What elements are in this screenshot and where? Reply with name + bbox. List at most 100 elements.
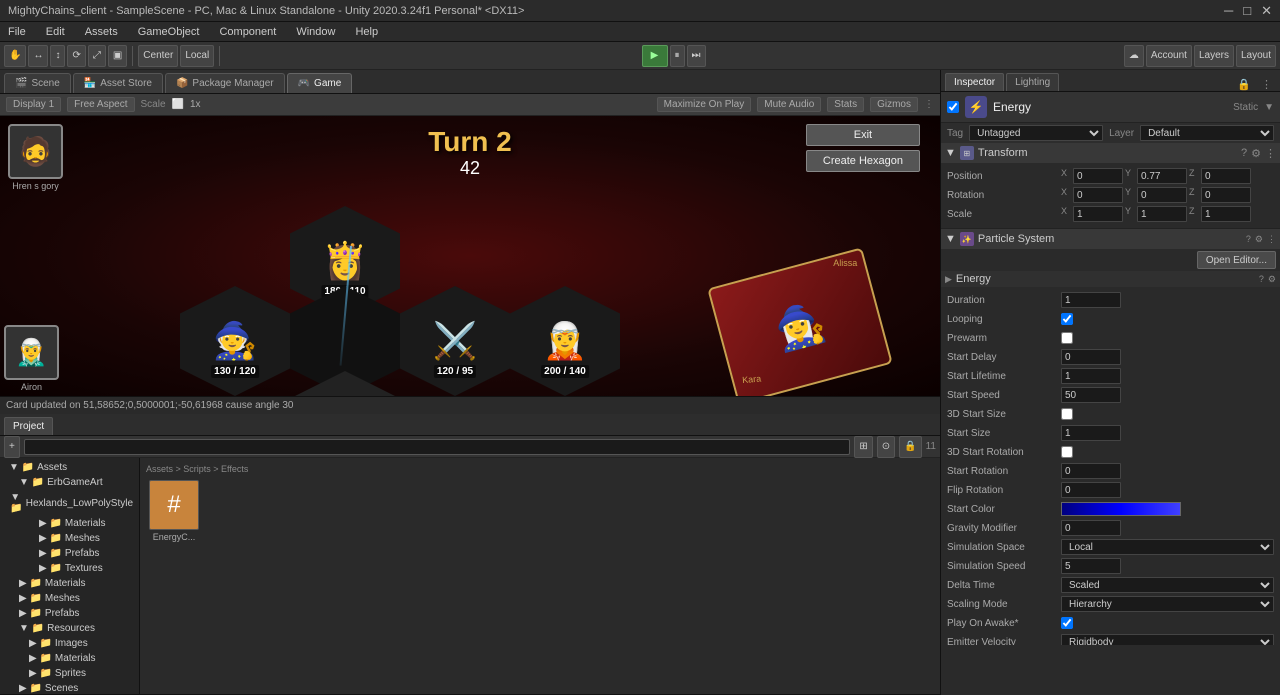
inspector-menu[interactable]: ⋮ — [1257, 78, 1276, 91]
project-folder-9[interactable]: ▶ 📁 Prefabs — [2, 606, 137, 621]
project-folder-12[interactable]: ▶ 📁 Materials — [2, 651, 137, 666]
prop-field-12[interactable] — [1061, 520, 1121, 536]
energy-help[interactable]: ? — [1259, 274, 1264, 284]
layer-selector[interactable]: Default — [1140, 125, 1274, 141]
project-filter-btn[interactable]: ⊙ — [877, 436, 895, 458]
object-name[interactable]: Energy — [993, 100, 1227, 114]
play-button[interactable]: ▶ — [642, 45, 668, 67]
gizmos-btn[interactable]: Gizmos — [870, 97, 918, 112]
menu-file[interactable]: File — [4, 26, 30, 38]
rect-tool[interactable]: ⤢ — [88, 45, 106, 67]
project-folder-3[interactable]: ▶ 📁 Materials — [2, 516, 137, 531]
prop-checkbox-6[interactable] — [1061, 408, 1073, 420]
static-dropdown[interactable]: ▼ — [1264, 102, 1274, 113]
prop-dropdown-16[interactable]: Hierarchy — [1061, 596, 1274, 612]
prop-dropdown-15[interactable]: Scaled — [1061, 577, 1274, 593]
rot-y-input[interactable] — [1137, 187, 1187, 203]
maximize-btn[interactable]: □ — [1243, 3, 1251, 19]
prop-checkbox-8[interactable] — [1061, 446, 1073, 458]
maximize-on-play-btn[interactable]: Maximize On Play — [657, 97, 752, 112]
tab-inspector[interactable]: Inspector — [945, 73, 1004, 91]
tab-package-manager[interactable]: 📦 Package Manager — [165, 73, 285, 93]
scale-tool[interactable]: ⟳ — [67, 45, 85, 67]
minimize-btn[interactable]: ─ — [1224, 3, 1233, 19]
move-tool[interactable]: ↔ — [28, 45, 48, 67]
project-view-btn[interactable]: ⊞ — [854, 436, 872, 458]
step-button[interactable]: ⏭ — [687, 45, 706, 67]
rot-x-input[interactable] — [1073, 187, 1123, 203]
project-search-input[interactable] — [24, 439, 851, 455]
asset-item-0[interactable]: #EnergyC... — [144, 480, 204, 542]
prop-field-4[interactable] — [1061, 368, 1121, 384]
project-folder-13[interactable]: ▶ 📁 Sprites — [2, 666, 137, 681]
pos-y-input[interactable] — [1137, 168, 1187, 184]
project-folder-6[interactable]: ▶ 📁 Textures — [2, 561, 137, 576]
close-btn[interactable]: ✕ — [1261, 3, 1272, 19]
prop-checkbox-2[interactable] — [1061, 332, 1073, 344]
display-selector[interactable]: Display 1 — [6, 97, 61, 112]
project-folder-11[interactable]: ▶ 📁 Images — [2, 636, 137, 651]
inspector-lock[interactable]: 🔒 — [1233, 78, 1255, 91]
exit-button[interactable]: Exit — [806, 124, 920, 146]
project-add-btn[interactable]: + — [4, 436, 20, 458]
sc-y-input[interactable] — [1137, 206, 1187, 222]
hex-cell-4[interactable]: 🧝 200 / 140 — [510, 286, 620, 396]
tab-lighting[interactable]: Lighting — [1006, 73, 1059, 91]
particle-settings[interactable]: ⚙ — [1255, 234, 1263, 245]
particle-section-header[interactable]: ▼ ✨ Particle System ? ⚙ ⋮ — [941, 229, 1280, 249]
sc-z-input[interactable] — [1201, 206, 1251, 222]
pos-z-input[interactable] — [1201, 168, 1251, 184]
rot-z-input[interactable] — [1201, 187, 1251, 203]
prop-dropdown-13[interactable]: Local — [1061, 539, 1274, 555]
project-folder-5[interactable]: ▶ 📁 Prefabs — [2, 546, 137, 561]
transform-tool[interactable]: ▣ — [108, 45, 127, 67]
collab-btn[interactable]: ☁ — [1124, 45, 1144, 67]
sc-x-input[interactable] — [1073, 206, 1123, 222]
create-hexagon-button[interactable]: Create Hexagon — [806, 150, 920, 172]
project-lock-btn[interactable]: 🔒 — [899, 436, 921, 458]
prop-field-14[interactable] — [1061, 558, 1121, 574]
hex-cell-3[interactable]: ⚔️ 120 / 95 — [400, 286, 510, 396]
titlebar-controls[interactable]: ─ □ ✕ — [1224, 3, 1272, 19]
open-editor-btn[interactable]: Open Editor... — [1197, 251, 1276, 269]
transform-section-header[interactable]: ▼ ⊞ Transform ? ⚙ ⋮ — [941, 143, 1280, 163]
prop-field-5[interactable] — [1061, 387, 1121, 403]
pos-x-input[interactable] — [1073, 168, 1123, 184]
particle-menu[interactable]: ⋮ — [1267, 234, 1276, 245]
tag-selector[interactable]: Untagged — [969, 125, 1103, 141]
prop-field-10[interactable] — [1061, 482, 1121, 498]
pivot-center-btn[interactable]: Center — [138, 45, 178, 67]
rotate-tool[interactable]: ↕ — [50, 45, 65, 67]
menu-assets[interactable]: Assets — [81, 26, 122, 38]
project-folder-7[interactable]: ▶ 📁 Materials — [2, 576, 137, 591]
stats-btn[interactable]: Stats — [827, 97, 864, 112]
pivot-local-btn[interactable]: Local — [180, 45, 214, 67]
game-toolbar-menu[interactable]: ⋮ — [924, 99, 934, 110]
menu-window[interactable]: Window — [292, 26, 339, 38]
menu-gameobject[interactable]: GameObject — [134, 26, 204, 38]
project-folder-4[interactable]: ▶ 📁 Meshes — [2, 531, 137, 546]
tab-scene[interactable]: 🎬 Scene — [4, 73, 71, 93]
project-folder-1[interactable]: ▼ 📁 ErbGameArt — [2, 475, 137, 490]
project-folder-2[interactable]: ▼ 📁 Hexlands_LowPolyStyle — [2, 490, 137, 516]
tab-game[interactable]: 🎮 Game — [287, 73, 353, 93]
scale-slider[interactable]: ⬜ — [172, 99, 184, 110]
project-folder-0[interactable]: ▼ 📁 Assets — [2, 460, 137, 475]
tab-asset-store[interactable]: 🏪 Asset Store — [73, 73, 163, 93]
prop-color-11[interactable] — [1061, 502, 1181, 516]
project-folder-8[interactable]: ▶ 📁 Meshes — [2, 591, 137, 606]
mute-audio-btn[interactable]: Mute Audio — [757, 97, 821, 112]
menu-component[interactable]: Component — [215, 26, 280, 38]
particle-help[interactable]: ? — [1246, 234, 1251, 244]
layers-btn[interactable]: Layers — [1194, 45, 1234, 67]
project-folder-10[interactable]: ▼ 📁 Resources — [2, 621, 137, 636]
menu-help[interactable]: Help — [351, 26, 382, 38]
pause-button[interactable]: ⏸ — [670, 45, 685, 67]
prop-dropdown-18[interactable]: Rigidbody — [1061, 634, 1274, 645]
project-folder-14[interactable]: ▶ 📁 Scenes — [2, 681, 137, 694]
object-enabled-checkbox[interactable] — [947, 101, 959, 113]
energy-arrow[interactable]: ▶ — [945, 274, 952, 285]
transform-menu[interactable]: ⋮ — [1265, 147, 1276, 160]
prop-field-3[interactable] — [1061, 349, 1121, 365]
transform-help[interactable]: ? — [1241, 147, 1247, 159]
